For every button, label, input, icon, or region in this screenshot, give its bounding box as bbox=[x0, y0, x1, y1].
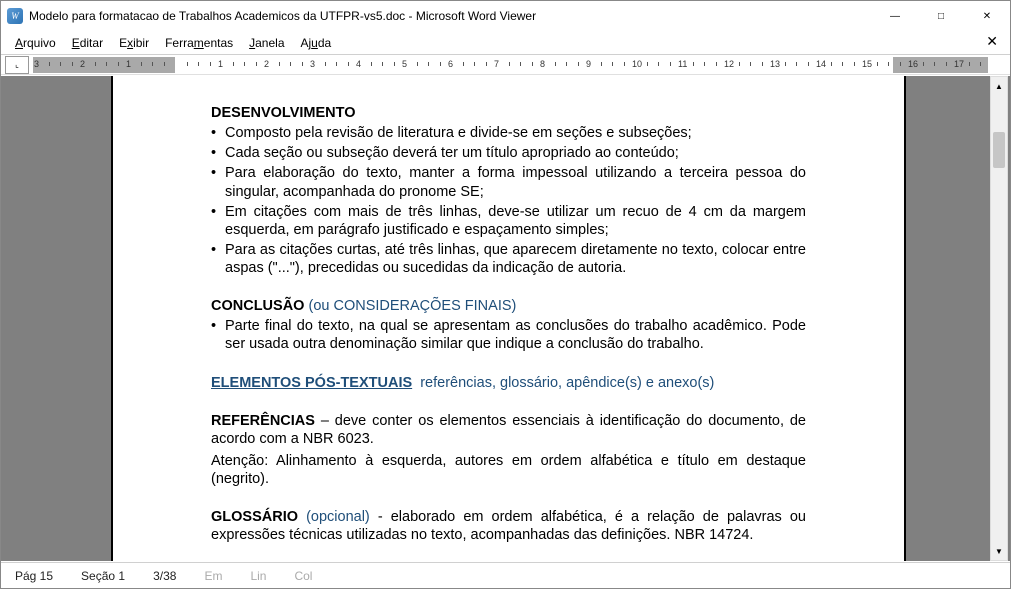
body-text: Para elaboração do texto, manter a forma… bbox=[225, 164, 806, 200]
paragraph-atencao: Atenção: Alinhamento à esquerda, autores… bbox=[211, 452, 806, 488]
titlebar: W Modelo para formatacao de Trabalhos Ac… bbox=[1, 1, 1010, 31]
menu-ajuda[interactable]: Ajuda bbox=[293, 34, 340, 52]
paragraph-referencias: REFERÊNCIAS – deve conter os elementos e… bbox=[211, 412, 806, 448]
document-close-button[interactable]: ✕ bbox=[980, 33, 1004, 50]
menu-ferramentas[interactable]: Ferramentas bbox=[157, 34, 241, 52]
document-viewport: DESENVOLVIMENTO •Composto pela revisão d… bbox=[1, 76, 1010, 561]
status-col: Col bbox=[280, 569, 326, 583]
bullet-icon: • bbox=[211, 203, 225, 239]
scroll-up-button[interactable]: ▲ bbox=[991, 77, 1007, 95]
horizontal-ruler[interactable]: 3211234567891011121314151617 bbox=[33, 57, 988, 73]
bullet-icon: • bbox=[211, 164, 225, 200]
document-page: DESENVOLVIMENTO •Composto pela revisão d… bbox=[111, 76, 906, 561]
paragraph-glossario: GLOSSÁRIO (opcional) - elaborado em orde… bbox=[211, 508, 806, 544]
status-progress: 3/38 bbox=[139, 569, 190, 583]
minimize-button[interactable]: — bbox=[872, 1, 918, 31]
bullet-icon: • bbox=[211, 144, 225, 162]
heading-conclusao: CONCLUSÃO (ou CONSIDERAÇÕES FINAIS) bbox=[211, 297, 806, 315]
body-text: Cada seção ou subseção deverá ter um tít… bbox=[225, 144, 806, 162]
menu-janela[interactable]: Janela bbox=[241, 34, 292, 52]
window-controls: — □ ✕ bbox=[872, 1, 1010, 31]
menu-editar[interactable]: Editar bbox=[64, 34, 111, 52]
body-text: Composto pela revisão de literatura e di… bbox=[225, 124, 806, 142]
scroll-thumb[interactable] bbox=[993, 132, 1005, 168]
window-title: Modelo para formatacao de Trabalhos Acad… bbox=[29, 9, 872, 23]
ruler-row: ⌞ 3211234567891011121314151617 bbox=[1, 55, 1010, 75]
maximize-button[interactable]: □ bbox=[918, 1, 964, 31]
status-section: Seção 1 bbox=[67, 569, 139, 583]
app-icon: W bbox=[7, 8, 23, 24]
vertical-scrollbar[interactable]: ▲ ▼ bbox=[990, 76, 1008, 561]
status-page: Pág 15 bbox=[1, 569, 67, 583]
bullet-icon: • bbox=[211, 317, 225, 353]
menu-arquivo[interactable]: Arquivo bbox=[7, 34, 64, 52]
statusbar: Pág 15 Seção 1 3/38 Em Lin Col bbox=[1, 562, 1010, 588]
menubar: Arquivo Editar Exibir Ferramentas Janela… bbox=[1, 31, 1010, 55]
close-button[interactable]: ✕ bbox=[964, 1, 1010, 31]
bullet-icon: • bbox=[211, 241, 225, 277]
heading-pos-textuais: ELEMENTOS PÓS-TEXTUAIS referências, glos… bbox=[211, 374, 806, 392]
body-text: Parte final do texto, na qual se apresen… bbox=[225, 317, 806, 353]
tab-selector-icon[interactable]: ⌞ bbox=[5, 56, 29, 74]
menu-exibir[interactable]: Exibir bbox=[111, 34, 157, 52]
body-text: Em citações com mais de três linhas, dev… bbox=[225, 203, 806, 239]
heading-desenvolvimento: DESENVOLVIMENTO bbox=[211, 104, 806, 122]
status-lin: Lin bbox=[236, 569, 280, 583]
body-text: Para as citações curtas, até três linhas… bbox=[225, 241, 806, 277]
scroll-down-button[interactable]: ▼ bbox=[991, 542, 1007, 560]
status-em: Em bbox=[190, 569, 236, 583]
bullet-icon: • bbox=[211, 124, 225, 142]
